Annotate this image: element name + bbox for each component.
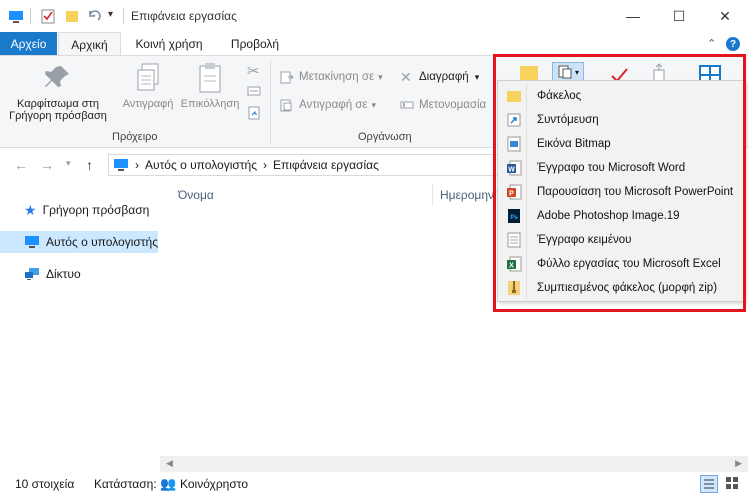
help-icon[interactable]: ? bbox=[726, 37, 740, 51]
state-value: Κοινόχρηστο bbox=[180, 477, 248, 491]
copy-to-button[interactable]: Αντιγραφή σε ▾ bbox=[280, 98, 376, 112]
cut-icon[interactable]: ✂ bbox=[247, 62, 260, 80]
nav-label-quick-access: Γρήγορη πρόσβαση bbox=[42, 203, 150, 217]
computer-icon bbox=[114, 159, 128, 171]
copy-to-icon bbox=[280, 99, 292, 112]
pin-label-line1: Καρφίτσωμα στη bbox=[17, 98, 99, 110]
customize-quick-access-icon[interactable]: ▾ bbox=[108, 9, 113, 20]
maximize-button[interactable]: ☐ bbox=[656, 0, 702, 32]
paste-icon bbox=[199, 63, 221, 93]
tab-view[interactable]: Προβολή bbox=[216, 32, 294, 56]
copy-to-label: Αντιγραφή σε bbox=[299, 99, 368, 111]
computer-icon bbox=[25, 236, 39, 248]
rename-button[interactable]: Μετονομασία bbox=[400, 98, 486, 112]
move-to-label: Μετακίνηση σε bbox=[299, 71, 375, 83]
close-button[interactable]: ✕ bbox=[702, 0, 748, 32]
collapse-ribbon-icon[interactable]: ⌃ bbox=[707, 37, 716, 50]
copy-label: Αντιγραφή bbox=[122, 98, 174, 110]
tab-share[interactable]: Κοινή χρήση bbox=[124, 32, 214, 56]
nav-item-this-pc[interactable]: Αυτός ο υπολογιστής bbox=[0, 231, 158, 253]
network-icon bbox=[25, 268, 39, 280]
scroll-right-icon[interactable]: ▶ bbox=[735, 458, 742, 469]
status-bar: 10 στοιχεία Κατάσταση: 👥 Κοινόχρηστο bbox=[0, 472, 748, 496]
move-to-button[interactable]: Μετακίνηση σε ▾ bbox=[280, 70, 383, 84]
column-separator[interactable] bbox=[432, 184, 433, 206]
rename-icon bbox=[400, 101, 414, 109]
shared-users-icon: 👥 bbox=[160, 476, 177, 491]
large-icons-view-icon bbox=[726, 477, 738, 489]
tab-file[interactable]: Αρχείο bbox=[0, 32, 57, 56]
delete-label: Διαγραφή bbox=[419, 71, 469, 83]
back-arrow-icon[interactable]: ← bbox=[14, 157, 28, 173]
paste-shortcut-icon[interactable] bbox=[247, 106, 261, 120]
state-label: Κατάσταση: bbox=[94, 477, 157, 491]
copy-button[interactable]: Αντιγραφή bbox=[116, 62, 180, 110]
rename-label: Μετονομασία bbox=[419, 99, 487, 111]
pin-to-quick-access-button[interactable]: Καρφίτσωμα στη Γρήγορη πρόσβαση bbox=[6, 62, 110, 122]
new-folder-icon[interactable] bbox=[64, 8, 80, 24]
nav-item-quick-access[interactable]: ★ Γρήγορη πρόσβαση bbox=[0, 199, 158, 221]
paste-button[interactable]: Επικόλληση bbox=[178, 62, 242, 110]
clipboard-group-label: Πρόχειρο bbox=[112, 131, 158, 143]
copy-icon bbox=[137, 63, 159, 91]
breadcrumb-sep: › bbox=[262, 158, 267, 172]
organize-group-label: Οργάνωση bbox=[358, 131, 412, 143]
tab-home[interactable]: Αρχική bbox=[58, 32, 121, 56]
paste-label: Επικόλληση bbox=[180, 98, 240, 110]
details-view-button[interactable] bbox=[700, 475, 718, 493]
recent-locations-icon[interactable]: ▾ bbox=[66, 158, 71, 169]
minimize-button[interactable]: — bbox=[610, 0, 656, 32]
address-input[interactable]: › Αυτός ο υπολογιστής › Επιφάνεια εργασί… bbox=[108, 154, 508, 176]
move-to-icon bbox=[280, 71, 294, 84]
forward-arrow-icon[interactable]: → bbox=[40, 157, 54, 173]
star-icon: ★ bbox=[24, 201, 37, 218]
large-icons-view-button[interactable] bbox=[724, 475, 742, 493]
nav-item-network[interactable]: Δίκτυο bbox=[0, 263, 158, 285]
undo-icon[interactable] bbox=[86, 8, 102, 24]
navigation-pane: ★ Γρήγορη πρόσβαση Αυτός ο υπολογιστής Δ… bbox=[0, 182, 160, 472]
column-header-name[interactable]: Όνομα bbox=[178, 188, 214, 202]
breadcrumb-desktop[interactable]: Επιφάνεια εργασίας bbox=[273, 158, 379, 172]
title-bar: ▾ Επιφάνεια εργασίας — ☐ ✕ bbox=[0, 0, 748, 32]
nav-label-network: Δίκτυο bbox=[46, 267, 81, 281]
up-arrow-icon[interactable]: ↑ bbox=[86, 157, 93, 173]
ribbon-separator bbox=[270, 60, 271, 144]
highlight-box bbox=[493, 54, 746, 312]
horizontal-scrollbar[interactable]: ◀ ▶ bbox=[160, 456, 748, 472]
copy-path-icon[interactable] bbox=[247, 84, 261, 98]
pin-icon bbox=[45, 66, 69, 87]
properties-icon[interactable] bbox=[40, 8, 56, 24]
explorer-window-icon bbox=[9, 11, 23, 23]
breadcrumb-sep: › bbox=[135, 158, 139, 172]
scroll-left-icon[interactable]: ◀ bbox=[166, 458, 173, 469]
window-title: Επιφάνεια εργασίας bbox=[131, 9, 237, 23]
nav-label-this-pc: Αυτός ο υπολογιστής bbox=[46, 235, 158, 249]
delete-button[interactable]: ✕ Διαγραφή ▾ bbox=[400, 70, 479, 84]
ribbon-tabs: Αρχείο Αρχική Κοινή χρήση Προβολή ⌃ ? bbox=[0, 32, 748, 56]
pin-label-line2: Γρήγορη πρόσβαση bbox=[9, 110, 107, 122]
delete-icon: ✕ bbox=[400, 69, 412, 85]
item-count: 10 στοιχεία bbox=[15, 477, 75, 491]
breadcrumb-pc[interactable]: Αυτός ο υπολογιστής bbox=[145, 158, 257, 172]
details-view-icon bbox=[704, 479, 714, 489]
